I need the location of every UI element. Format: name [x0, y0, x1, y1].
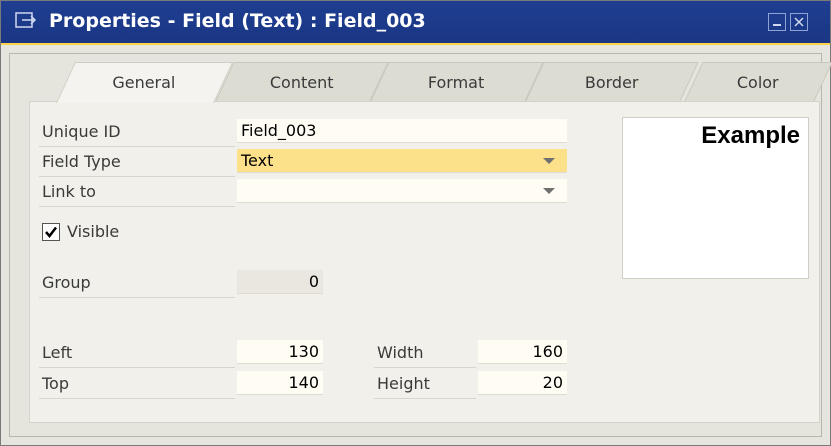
tab-border[interactable]: Border — [525, 62, 699, 102]
link-to-underline — [39, 206, 235, 207]
left-label: Left — [42, 343, 73, 362]
minimize-icon — [773, 24, 781, 26]
unique-id-underline — [39, 146, 235, 147]
top-field[interactable]: 140 — [237, 371, 323, 395]
width-underline — [374, 367, 476, 368]
minimize-button[interactable] — [768, 13, 786, 31]
height-underline — [374, 398, 476, 399]
example-text: Example — [701, 122, 800, 149]
unique-id-label: Unique ID — [42, 122, 121, 141]
link-to-label: Link to — [42, 182, 96, 201]
close-button[interactable] — [790, 13, 808, 31]
chevron-down-icon[interactable] — [543, 188, 555, 194]
link-to-dropdown[interactable] — [237, 179, 567, 203]
field-type-label: Field Type — [42, 152, 121, 171]
title-bar[interactable]: Properties - Field (Text) : Field_003 — [1, 1, 830, 45]
properties-window: Properties - Field (Text) : Field_003 Bo… — [0, 0, 831, 446]
group-label: Group — [42, 273, 91, 292]
field-type-dropdown[interactable]: Text — [237, 149, 567, 173]
example-preview: Example — [622, 117, 809, 279]
check-icon — [45, 226, 57, 238]
tab-general[interactable]: General — [56, 62, 234, 103]
left-field[interactable]: 130 — [237, 340, 323, 364]
group-field[interactable]: 0 — [237, 270, 323, 294]
width-field[interactable]: 160 — [478, 340, 567, 364]
close-icon — [794, 17, 804, 27]
tab-content[interactable]: Content — [215, 62, 389, 102]
unique-id-field[interactable]: Field_003 — [237, 119, 567, 143]
window-title: Properties - Field (Text) : Field_003 — [49, 10, 426, 32]
tab-color[interactable]: Color — [684, 62, 831, 102]
tab-format[interactable]: Format — [370, 62, 544, 102]
height-field[interactable]: 20 — [478, 371, 567, 395]
left-underline — [39, 367, 235, 368]
width-label: Width — [377, 343, 424, 362]
properties-icon — [15, 11, 37, 31]
height-label: Height — [377, 374, 430, 393]
visible-checkbox[interactable] — [42, 223, 60, 241]
field-type-underline — [39, 176, 235, 177]
top-underline — [39, 398, 235, 399]
group-underline — [39, 297, 235, 298]
top-label: Top — [42, 374, 69, 393]
field-type-value: Text — [241, 151, 274, 170]
visible-label: Visible — [67, 222, 120, 241]
chevron-down-icon[interactable] — [543, 158, 555, 164]
